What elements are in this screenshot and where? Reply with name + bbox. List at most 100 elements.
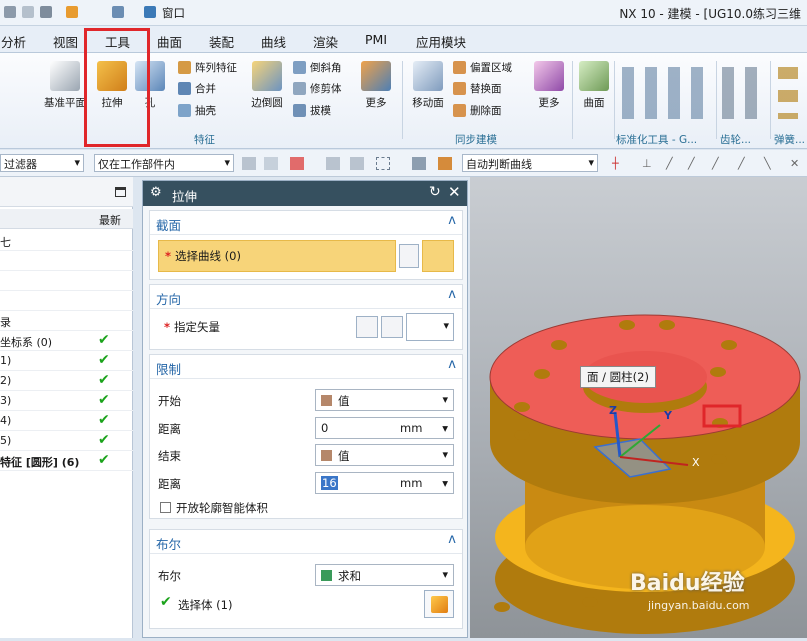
- more-sync-button[interactable]: 更多: [530, 61, 568, 110]
- curve-icon[interactable]: [422, 240, 454, 272]
- tab-view[interactable]: 视图: [53, 32, 78, 51]
- line-icon[interactable]: ╱: [712, 157, 726, 170]
- select-curve-field[interactable]: * 选择曲线 (0): [158, 240, 396, 272]
- navigator-row-label: 5): [0, 434, 12, 447]
- datum-plane-button[interactable]: 基准平面: [40, 61, 90, 110]
- group-label-standard-tools: 标准化工具 - G...: [616, 134, 698, 146]
- y-axis-label: Y: [664, 409, 672, 422]
- collapse-caret-icon[interactable]: ʌ: [448, 357, 456, 372]
- tab-analysis[interactable]: 分析: [1, 32, 26, 51]
- navigator-row[interactable]: 5) ✔: [0, 431, 133, 451]
- feature-filter-icon[interactable]: [290, 157, 304, 170]
- arc-icon[interactable]: ╱: [738, 157, 752, 170]
- shell-button[interactable]: 抽壳: [178, 103, 216, 118]
- limits-header[interactable]: 限制 ʌ: [150, 355, 462, 379]
- navigator-row[interactable]: 2) ✔: [0, 371, 133, 391]
- navigator-row[interactable]: 录: [0, 311, 133, 331]
- tab-assembly[interactable]: 装配: [209, 32, 234, 51]
- navigator-row[interactable]: [0, 251, 133, 271]
- select-body-button[interactable]: [424, 590, 454, 618]
- section-header-label: 截面: [156, 218, 182, 233]
- window-icon[interactable]: [144, 6, 156, 18]
- trim-body-button[interactable]: 修剪体: [293, 81, 342, 96]
- tab-pmi[interactable]: PMI: [365, 32, 387, 47]
- more-feature-button[interactable]: 更多: [357, 61, 395, 110]
- unite-button[interactable]: 合并: [178, 81, 216, 96]
- navigator-row[interactable]: 坐标系 (0) ✔: [0, 331, 133, 351]
- start-type-select[interactable]: 值: [315, 389, 454, 411]
- navigator-row[interactable]: 4) ✔: [0, 411, 133, 431]
- window-menu[interactable]: 窗口: [162, 5, 185, 21]
- tab-curve[interactable]: 曲线: [261, 32, 286, 51]
- delete-face-button[interactable]: 删除面: [453, 103, 502, 118]
- surface-button[interactable]: 曲面: [575, 61, 613, 110]
- group-separator: [716, 61, 717, 139]
- navigator-row[interactable]: 七: [0, 231, 133, 251]
- delete-face-label: 删除面: [470, 105, 502, 117]
- spline-icon[interactable]: ╲: [764, 157, 778, 170]
- boolean-header[interactable]: 布尔 ʌ: [150, 530, 462, 554]
- navigator-row[interactable]: 3) ✔: [0, 391, 133, 411]
- maximize-icon[interactable]: [115, 187, 126, 197]
- dialog-title-bar[interactable]: ⚙ 拉伸 ↻ ✕: [143, 181, 467, 206]
- body-icon[interactable]: [438, 157, 452, 170]
- collapse-caret-icon[interactable]: ʌ: [448, 287, 456, 302]
- gear-tools-icons[interactable]: [722, 67, 766, 119]
- sketch-section-icon[interactable]: [399, 244, 419, 268]
- navigator-row[interactable]: [0, 291, 133, 311]
- boolean-select[interactable]: 求和: [315, 564, 454, 586]
- collapse-caret-icon[interactable]: ʌ: [448, 213, 456, 228]
- scope-select[interactable]: 仅在工作部件内: [94, 154, 234, 172]
- shell-icon: [178, 104, 191, 117]
- face-icon[interactable]: [412, 157, 426, 170]
- tab-render[interactable]: 渲染: [313, 32, 338, 51]
- vector-dialog-icon[interactable]: [381, 316, 403, 338]
- tangent-icon[interactable]: ╱: [688, 157, 702, 170]
- open-profile-checkbox[interactable]: [160, 502, 171, 513]
- offset-region-button[interactable]: 偏置区域: [453, 60, 512, 75]
- select-icon[interactable]: [264, 157, 278, 170]
- close-icon[interactable]: ✕: [448, 183, 461, 201]
- type-filter-select[interactable]: 过滤器: [0, 154, 84, 172]
- standard-tools-icons[interactable]: [622, 67, 712, 119]
- stop-at-intersection-icon[interactable]: ┼: [612, 157, 626, 170]
- undo-icon[interactable]: [4, 6, 16, 18]
- tab-applications[interactable]: 应用模块: [416, 32, 466, 51]
- reverse-direction-icon[interactable]: [356, 316, 378, 338]
- pattern-feature-icon: [178, 61, 191, 74]
- graphics-viewport[interactable]: 面 / 圆柱(2) Z Y X Baidu经验 jingyan.baidu.co…: [470, 177, 807, 638]
- box-select-icon[interactable]: [376, 157, 390, 170]
- navigator-row[interactable]: [0, 271, 133, 291]
- book-icon[interactable]: [66, 6, 78, 18]
- collapse-caret-icon[interactable]: ʌ: [448, 532, 456, 547]
- curve-rule-select[interactable]: 自动判断曲线: [462, 154, 598, 172]
- reset-icon[interactable]: ↻: [429, 184, 441, 200]
- end-distance-input[interactable]: 16 mm ▾: [315, 472, 454, 494]
- vector-type-select[interactable]: ▾: [406, 313, 454, 341]
- chamfer-button[interactable]: 倒斜角: [293, 60, 342, 75]
- draft-button[interactable]: 拔模: [293, 103, 331, 118]
- start-label: 开始: [158, 394, 181, 408]
- navigator-row[interactable]: 1) ✔: [0, 351, 133, 371]
- repeat-command-icon[interactable]: [112, 6, 124, 18]
- point-icon[interactable]: [326, 157, 340, 170]
- end-type-select[interactable]: 值: [315, 444, 454, 466]
- move-face-button[interactable]: 移动面: [407, 61, 449, 110]
- section-header[interactable]: 截面 ʌ: [150, 211, 462, 235]
- start-distance-input[interactable]: 0 mm ▾: [315, 417, 454, 439]
- tab-surface[interactable]: 曲面: [157, 32, 182, 51]
- navigator-row[interactable]: 特征 [圆形] (6) ✔: [0, 451, 133, 471]
- chain-icon[interactable]: ╱: [666, 157, 680, 170]
- copy-icon[interactable]: [22, 6, 34, 18]
- pattern-feature-button[interactable]: 阵列特征: [178, 60, 237, 75]
- follow-fillet-icon[interactable]: ⊥: [642, 157, 656, 170]
- cross-icon[interactable]: ✕: [790, 157, 804, 170]
- edge-blend-button[interactable]: 边倒圆: [246, 61, 288, 110]
- snap-icon[interactable]: [242, 157, 256, 170]
- spring-tools-icons[interactable]: [778, 67, 798, 119]
- paste-icon[interactable]: [40, 6, 52, 18]
- replace-face-button[interactable]: 替换面: [453, 81, 502, 96]
- lasso-icon[interactable]: [350, 157, 364, 170]
- boolean-header-label: 布尔: [156, 537, 182, 552]
- direction-header[interactable]: 方向 ʌ: [150, 285, 462, 309]
